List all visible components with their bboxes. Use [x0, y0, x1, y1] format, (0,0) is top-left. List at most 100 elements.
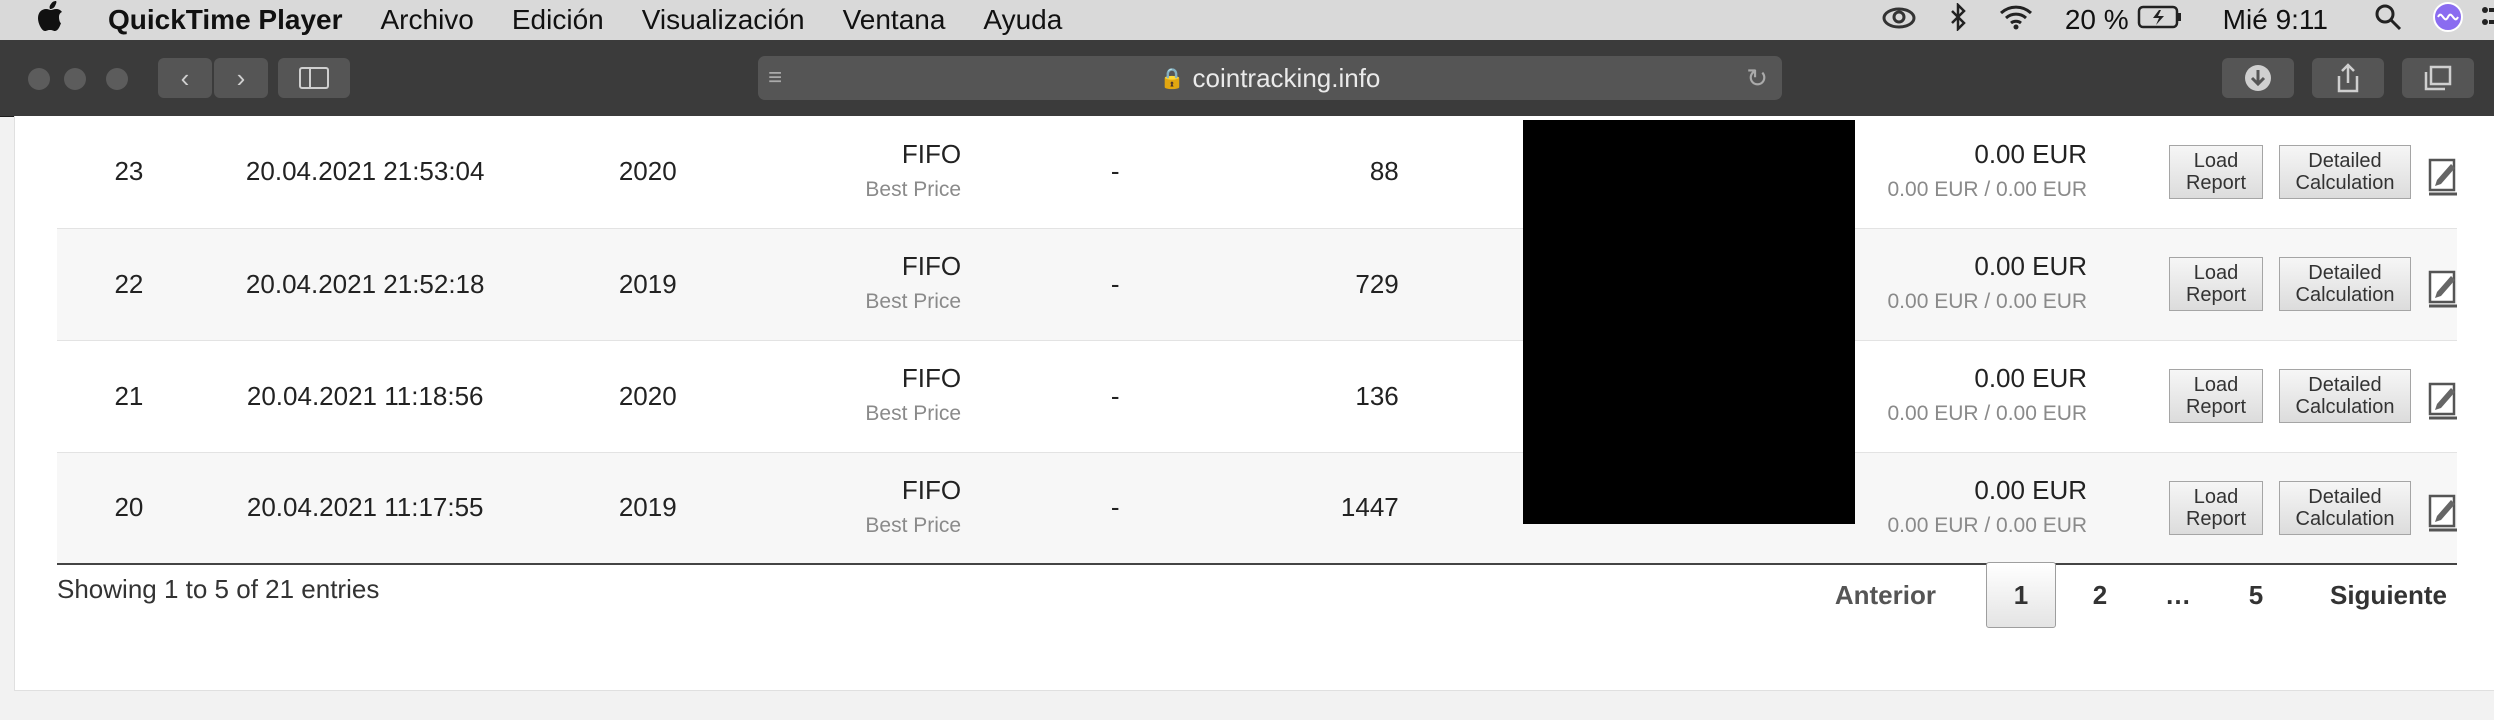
row-method: FIFO [901, 251, 962, 281]
row-method-cell: FIFO Best Price [766, 228, 961, 340]
clock[interactable]: Mié 9:11 [2223, 4, 2328, 36]
share-button[interactable] [2312, 58, 2384, 98]
reader-view-icon[interactable]: ≡ [768, 64, 782, 92]
row-method: FIFO [901, 363, 962, 393]
menu-ventana[interactable]: Ventana [843, 4, 946, 36]
downloads-button[interactable] [2222, 58, 2294, 98]
row-date: 20.04.2021 11:17:55 [246, 492, 484, 523]
menu-ayuda[interactable]: Ayuda [983, 4, 1062, 36]
row-count: 729 [1355, 268, 1399, 299]
reload-icon[interactable]: ↻ [1746, 63, 1768, 94]
row-method-sub: Best Price [865, 513, 962, 537]
row-year: 2019 [618, 492, 677, 523]
row-method-cell: FIFO Best Price [766, 340, 961, 452]
apple-icon[interactable] [38, 1, 78, 39]
detailed-calculation-button[interactable]: Detailed Calculation [2279, 369, 2411, 423]
tabs-icon [2424, 65, 2452, 91]
detailed-calculation-button[interactable]: Detailed Calculation [2279, 144, 2411, 199]
row-dash: - [1110, 268, 1120, 299]
row-count: 136 [1355, 380, 1399, 411]
row-number: 23 [114, 156, 144, 187]
row-number: 21 [114, 380, 144, 411]
download-icon [2245, 65, 2271, 91]
browser-toolbar: ‹ › ≡ 🔒 cointracking.info ↻ [0, 40, 2494, 117]
edit-icon[interactable] [2427, 374, 2457, 420]
row-number: 22 [114, 268, 144, 299]
row-method-sub: Best Price [865, 290, 962, 313]
pagination-next[interactable]: Siguiente [2330, 580, 2447, 611]
menu-bar: QuickTime Player Archivo Edición Visuali… [0, 0, 2494, 40]
menu-archivo[interactable]: Archivo [381, 4, 474, 36]
close-window-button[interactable] [28, 68, 50, 90]
load-report-button[interactable]: Load Report [2169, 257, 2263, 311]
table-row: 22 20.04.2021 21:52:18 2019 FIFO Best Price -… [57, 228, 2457, 340]
battery-icon[interactable] [2137, 4, 2183, 37]
menu-edicion[interactable]: Edición [512, 4, 604, 36]
row-method-cell: FIFO Best Price [766, 452, 961, 564]
pagination: Anterior 1 2 … 5 Siguiente [1835, 562, 2447, 628]
edit-icon[interactable] [2427, 262, 2457, 308]
pagination-page-1[interactable]: 1 [1985, 562, 2056, 628]
row-date: 20.04.2021 21:52:18 [245, 268, 485, 299]
table-row: 20 20.04.2021 11:17:55 2019 FIFO Best Price -… [57, 452, 2457, 564]
app-name-menu[interactable]: QuickTime Player [108, 4, 343, 36]
zoom-window-button[interactable] [106, 68, 128, 90]
chevron-right-icon: › [236, 62, 246, 93]
sidebar-icon [299, 67, 329, 89]
reports-table: 23 20.04.2021 21:53:04 2020 FIFO Best Price -… [57, 116, 2457, 565]
row-count: 1447 [1340, 492, 1399, 523]
lock-icon: 🔒 [1159, 67, 1185, 90]
siri-icon[interactable] [2432, 1, 2464, 40]
row-number: 20 [114, 492, 144, 523]
back-button[interactable]: ‹ [158, 58, 212, 98]
url-text: cointracking.info [1192, 62, 1381, 93]
row-actions: Load Report Detailed Calculation [2087, 228, 2457, 340]
spotlight-search-icon[interactable] [2374, 3, 2402, 38]
row-date: 20.04.2021 11:18:56 [246, 380, 484, 411]
detailed-calculation-button[interactable]: Detailed Calculation [2279, 480, 2411, 535]
chevron-left-icon: ‹ [180, 62, 190, 93]
row-year: 2019 [618, 268, 677, 299]
load-report-button[interactable]: Load Report [2169, 480, 2263, 535]
address-bar[interactable]: ≡ 🔒 cointracking.info ↻ [758, 56, 1782, 100]
tabs-overview-button[interactable] [2402, 58, 2474, 98]
bluetooth-icon[interactable] [1949, 1, 1967, 38]
row-method: FIFO [901, 138, 962, 169]
detailed-calculation-button[interactable]: Detailed Calculation [2279, 257, 2411, 311]
row-year: 2020 [618, 380, 677, 411]
web-page-content: 23 20.04.2021 21:53:04 2020 FIFO Best Price -… [14, 116, 2494, 691]
menu-visualizacion[interactable]: Visualización [642, 4, 805, 36]
pagination-page-5[interactable]: 5 [2222, 563, 2290, 627]
share-icon [2337, 63, 2359, 93]
edit-icon[interactable] [2427, 150, 2457, 196]
row-dash: - [1110, 492, 1120, 523]
row-actions: Load Report Detailed Calculation [2087, 116, 2457, 228]
wifi-icon[interactable] [1999, 4, 2033, 37]
pagination-ellipsis: … [2164, 579, 2191, 610]
row-year: 2020 [618, 156, 677, 187]
row-method: FIFO [901, 474, 962, 505]
load-report-button[interactable]: Load Report [2169, 144, 2263, 199]
battery-percentage: 20 % [2064, 4, 2129, 35]
forward-button[interactable]: › [214, 58, 268, 98]
table-row: 23 20.04.2021 21:53:04 2020 FIFO Best Price -… [57, 116, 2457, 228]
row-count: 88 [1369, 156, 1399, 187]
sidebar-button[interactable] [278, 58, 350, 98]
row-dash: - [1110, 380, 1120, 411]
load-report-button[interactable]: Load Report [2169, 369, 2263, 423]
table-row: 21 20.04.2021 11:18:56 2020 FIFO Best Price -… [57, 340, 2457, 452]
redacted-area [1523, 120, 1855, 524]
edit-icon[interactable] [2427, 486, 2457, 532]
control-center-icon[interactable] [2482, 4, 2494, 37]
row-method-sub: Best Price [865, 402, 962, 425]
row-method-sub: Best Price [865, 177, 962, 201]
row-date: 20.04.2021 21:53:04 [245, 156, 485, 187]
minimize-window-button[interactable] [64, 68, 86, 90]
entries-info: Showing 1 to 5 of 21 entries [57, 574, 380, 604]
pagination-previous[interactable]: Anterior [1835, 580, 1936, 611]
row-method-cell: FIFO Best Price [766, 116, 961, 228]
pagination-page-2[interactable]: 2 [2066, 563, 2134, 627]
creative-cloud-icon[interactable] [1881, 4, 1917, 37]
row-actions: Load Report Detailed Calculation [2087, 452, 2457, 564]
row-actions: Load Report Detailed Calculation [2087, 340, 2457, 452]
